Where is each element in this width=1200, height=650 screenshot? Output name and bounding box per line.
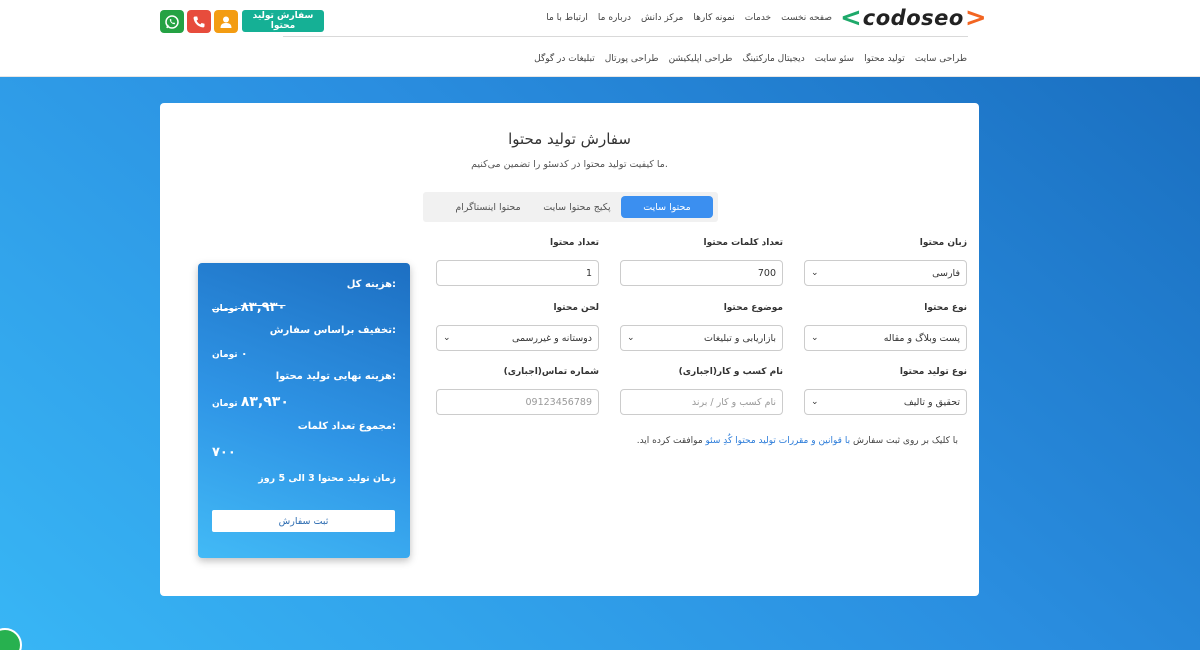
production-type-select[interactable]: تحقیق و تالیف ⌄	[804, 389, 967, 415]
phone-button[interactable]	[187, 10, 211, 33]
final-cost-currency: تومان	[212, 399, 238, 409]
content-tabs: محتوا سایت پکیج محتوا سایت محتوا اینستاگ…	[423, 192, 718, 222]
language-label: زبان محتوا	[919, 238, 967, 248]
final-cost-label: هزینه نهایی تولید محتوا:	[275, 371, 396, 382]
subnav-content[interactable]: تولید محتوا	[864, 54, 905, 64]
production-type-value: تحقیق و تالیف	[903, 396, 960, 408]
nav-divider	[283, 36, 968, 37]
content-topic-value: بازاریابی و تبلیغات	[703, 332, 776, 344]
total-cost-value: ۸۳,۹۳۰ تومان	[212, 300, 285, 315]
final-cost-value: ۸۳,۹۳۰ تومان	[212, 394, 289, 410]
business-name-label: نام کسب و کار(اجباری)	[678, 367, 783, 377]
nav-portfolio[interactable]: نمونه کارها	[693, 13, 734, 23]
phone-placeholder: 09123456789	[525, 396, 593, 408]
word-count-value: 700	[757, 267, 776, 279]
total-cost-label: هزینه کل:	[346, 279, 396, 290]
nav-services[interactable]: خدمات	[745, 13, 771, 23]
logo-right-chevron: >	[964, 3, 987, 33]
whatsapp-icon	[165, 14, 179, 29]
language-select[interactable]: فارسی ⌄	[804, 260, 967, 286]
content-tone-label: لحن محتوا	[553, 303, 599, 313]
price-summary-panel: هزینه کل: ۸۳,۹۳۰ تومان تخفیف براساس سفار…	[198, 263, 410, 558]
sub-nav: طراحی سایت تولید محتوا سئو سایت دیجیتال …	[534, 54, 967, 64]
total-words-amount: ۷۰۰	[212, 445, 236, 460]
tab-instagram-content[interactable]: محتوا اینستاگرام	[443, 196, 533, 218]
chevron-down-icon: ⌄	[811, 333, 819, 343]
subnav-google-ads[interactable]: تبلیغات در گوگل	[534, 54, 595, 64]
nav-about[interactable]: درباره ما	[598, 13, 631, 23]
subnav-portal-design[interactable]: طراحی پورتال	[605, 54, 659, 64]
logo-left-chevron: <	[840, 3, 862, 33]
business-name-placeholder: نام کسب و کار / برند	[691, 396, 776, 408]
language-value: فارسی	[932, 267, 960, 279]
content-topic-label: موضوع محتوا	[723, 303, 783, 313]
subnav-seo[interactable]: سئو سایت	[815, 54, 854, 64]
discount-currency: تومان	[212, 350, 238, 360]
content-count-input[interactable]: 1	[436, 260, 599, 286]
discount-amount: ۰	[240, 347, 248, 360]
total-words-value: ۷۰۰	[212, 445, 236, 460]
tab-site-content[interactable]: محتوا سایت	[621, 196, 713, 218]
nav-home[interactable]: صفحه نخست	[781, 13, 832, 23]
submit-order-button[interactable]: ثبت سفارش	[212, 510, 395, 532]
business-name-input[interactable]: نام کسب و کار / برند	[620, 389, 783, 415]
user-button[interactable]	[214, 10, 238, 33]
word-count-label: تعداد کلمات محتوا	[703, 238, 783, 248]
user-icon	[220, 16, 232, 28]
production-type-label: نوع تولید محتوا	[899, 367, 967, 377]
content-tone-select[interactable]: دوستانه و غیررسمی ⌄	[436, 325, 599, 351]
logo-text: codoseo	[862, 6, 964, 30]
nav-knowledge[interactable]: مرکز دانش	[641, 13, 683, 23]
chevron-down-icon: ⌄	[811, 397, 819, 407]
content-count-value: 1	[585, 267, 592, 279]
total-cost-currency: تومان	[212, 304, 238, 314]
word-count-input[interactable]: 700	[620, 260, 783, 286]
content-topic-select[interactable]: بازاریابی و تبلیغات ⌄	[620, 325, 783, 351]
total-cost-amount: ۸۳,۹۳۰	[240, 300, 286, 315]
nav-contact[interactable]: ارتباط با ما	[546, 13, 588, 23]
discount-label: تخفیف براساس سفارش:	[269, 325, 396, 336]
site-logo[interactable]: < codoseo >	[840, 3, 987, 33]
content-type-label: نوع محتوا	[924, 303, 967, 313]
subnav-digital-marketing[interactable]: دیجیتال مارکتینگ	[742, 54, 804, 64]
chevron-down-icon: ⌄	[811, 268, 819, 278]
content-type-select[interactable]: پست وبلاگ و مقاله ⌄	[804, 325, 967, 351]
form-title: سفارش تولید محتوا	[508, 130, 631, 148]
phone-icon	[193, 16, 205, 27]
content-tone-value: دوستانه و غیررسمی	[512, 332, 592, 344]
whatsapp-button[interactable]	[160, 10, 184, 33]
terms-suffix: موافقت کرده اید.	[636, 436, 703, 446]
subnav-app-design[interactable]: طراحی اپلیکیشن	[669, 54, 733, 64]
chevron-down-icon: ⌄	[443, 333, 451, 343]
subnav-web-design[interactable]: طراحی سایت	[915, 54, 967, 64]
terms-prefix: با کلیک بر روی ثبت سفارش	[852, 436, 958, 446]
chevron-down-icon: ⌄	[627, 333, 635, 343]
delivery-time: زمان تولید محتوا 3 الی 5 روز	[258, 473, 396, 484]
discount-value: ۰ تومان	[212, 347, 248, 360]
order-content-button[interactable]: سفارش تولید محتوا	[242, 10, 324, 32]
final-cost-amount: ۸۳,۹۳۰	[240, 394, 289, 410]
top-nav: صفحه نخست خدمات نمونه کارها مرکز دانش در…	[546, 13, 832, 23]
site-header: < codoseo > صفحه نخست خدمات نمونه کارها …	[0, 0, 1200, 77]
phone-label: شماره تماس(اجباری)	[503, 367, 599, 377]
tab-site-content-package[interactable]: پکیج محتوا سایت	[533, 196, 621, 218]
terms-notice: با کلیک بر روی ثبت سفارش با قوانین و مقر…	[636, 436, 958, 446]
form-subtitle: ما کیفیت تولید محتوا در کدسئو را تضمین م…	[471, 159, 668, 170]
phone-input[interactable]: 09123456789	[436, 389, 599, 415]
terms-link[interactable]: با قوانین و مقررات تولید محتوا کُدِ سئو	[706, 436, 851, 446]
content-type-value: پست وبلاگ و مقاله	[883, 332, 960, 344]
total-words-label: مجموع تعداد کلمات:	[297, 421, 396, 432]
content-count-label: تعداد محتوا	[550, 238, 599, 248]
